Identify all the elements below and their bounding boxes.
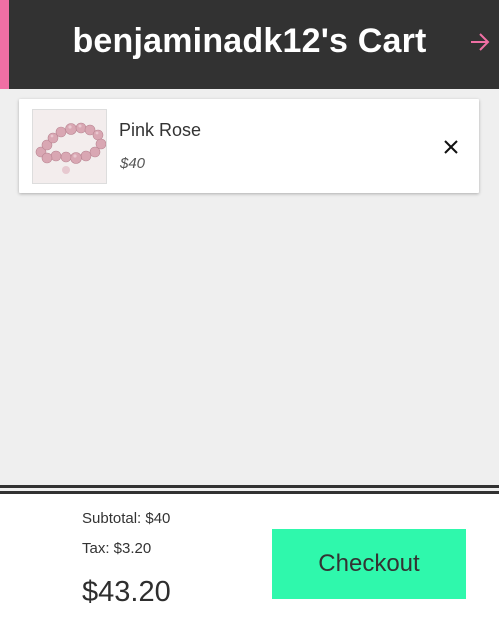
total-amount: $43.20 (82, 576, 171, 608)
item-price: $40 (120, 155, 146, 172)
cart-summary: Subtotal: $40 Tax: $3.20 $43.20 Checkout (0, 494, 499, 621)
tax-text: Tax: $3.20 (82, 540, 152, 557)
close-icon[interactable] (441, 137, 461, 157)
arrow-right-icon[interactable] (469, 30, 491, 54)
footer-divider (0, 485, 499, 488)
cart-header: benjaminadk12's Cart (0, 0, 499, 89)
item-name: Pink Rose (119, 120, 202, 140)
checkout-button[interactable]: Checkout (272, 529, 466, 599)
subtotal-text: Subtotal: $40 (82, 510, 171, 527)
product-image (32, 109, 107, 184)
page-title: benjaminadk12's Cart (72, 22, 427, 60)
cart-item: Pink Rose $40 (19, 99, 479, 193)
cart-item-list: Pink Rose $40 (0, 89, 499, 485)
